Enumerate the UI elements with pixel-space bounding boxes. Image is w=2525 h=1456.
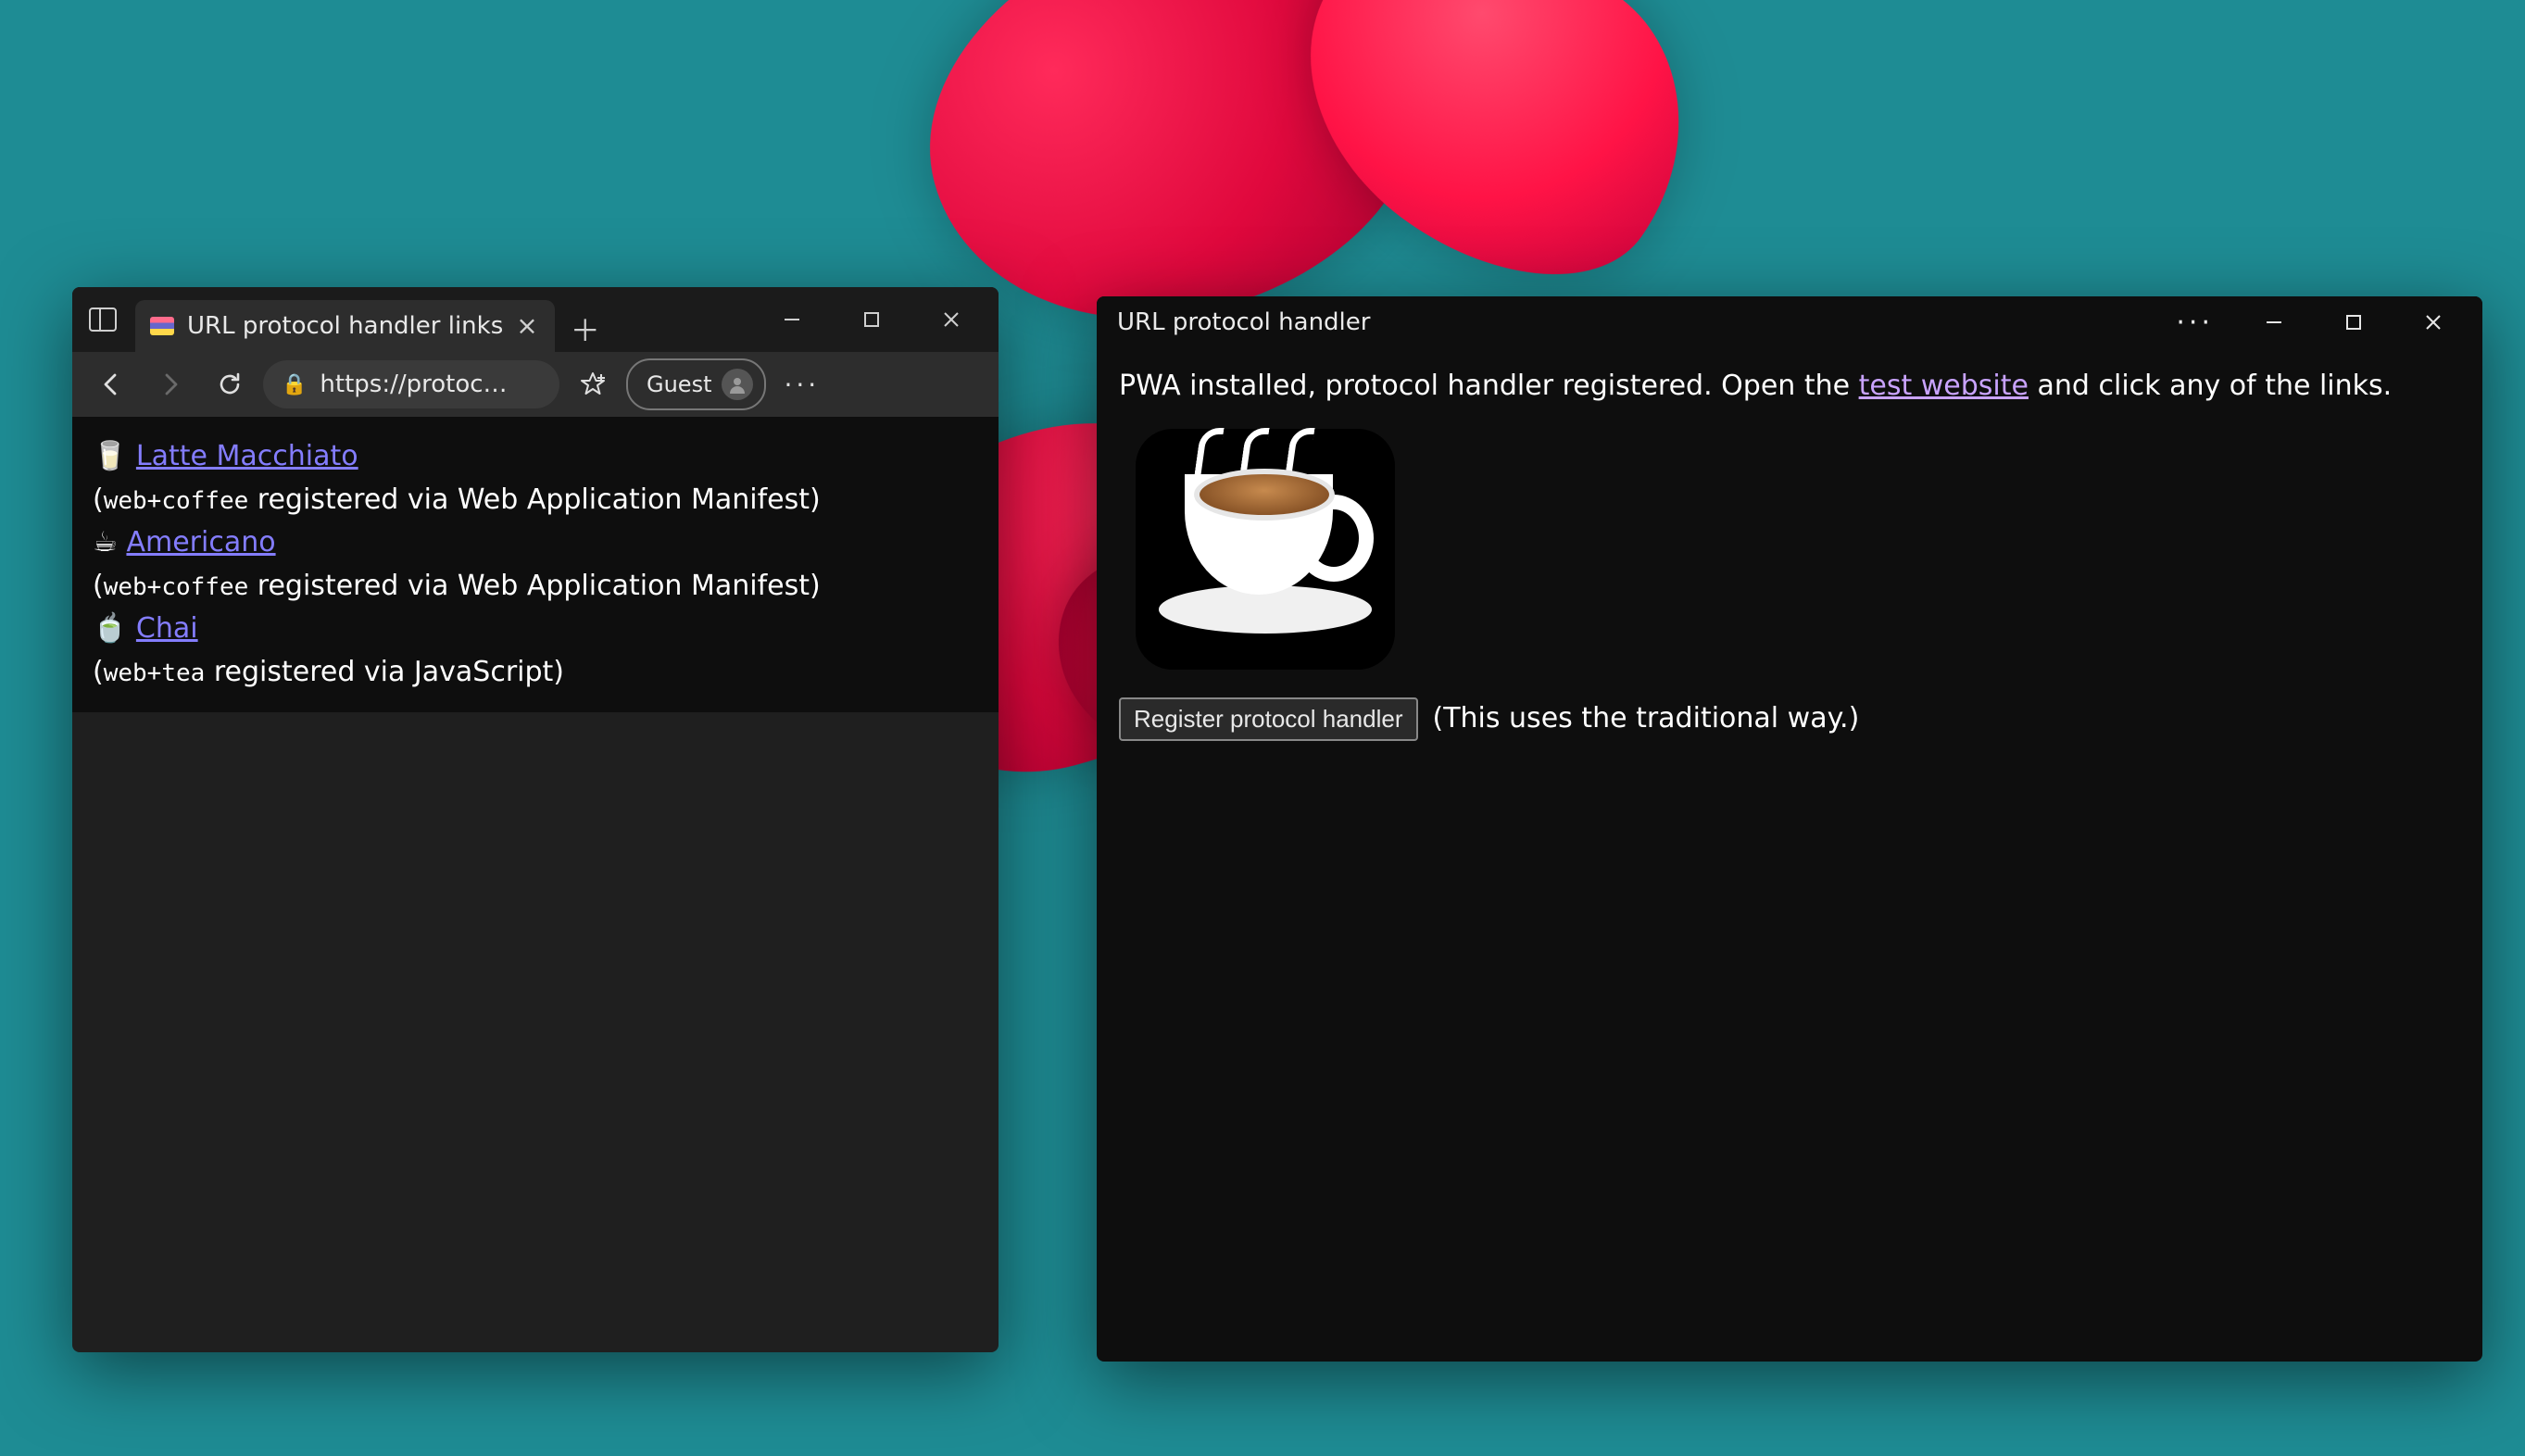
- address-bar[interactable]: 🔒 https://protoc…: [263, 360, 559, 408]
- drink-link-chai[interactable]: Chai: [136, 612, 198, 645]
- new-tab-button[interactable]: ＋: [562, 306, 609, 352]
- coffee-liquid-icon: [1194, 469, 1335, 521]
- item-note: (web+tea registered via JavaScript): [93, 656, 564, 688]
- tab-strip: URL protocol handler links × ＋: [135, 287, 609, 352]
- site-info-icon[interactable]: 🔒: [282, 373, 307, 396]
- coffee-cup-icon: [1185, 474, 1333, 595]
- list-item: 🍵 Chai (web+tea registered via JavaScrip…: [93, 608, 978, 694]
- minimize-button[interactable]: [752, 294, 832, 345]
- coffee-saucer-icon: [1159, 585, 1372, 634]
- close-button[interactable]: [2393, 296, 2473, 348]
- vertical-tabs-button[interactable]: [80, 296, 126, 343]
- maximize-button[interactable]: [2314, 296, 2393, 348]
- register-note: (This uses the traditional way.): [1433, 697, 1860, 741]
- page-content: 🥛 Latte Macchiato (web+coffee registered…: [72, 417, 999, 712]
- status-text: PWA installed, protocol handler register…: [1119, 365, 2460, 408]
- pwa-window-controls: ···: [2155, 296, 2473, 348]
- browser-window: URL protocol handler links × ＋ 🔒 https:/…: [72, 287, 999, 1352]
- tab-favicon: [150, 317, 174, 335]
- close-button[interactable]: [911, 294, 991, 345]
- drink-name: Americano: [126, 526, 275, 559]
- more-menu-button[interactable]: ···: [773, 370, 832, 400]
- browser-toolbar: 🔒 https://protoc… Guest ···: [72, 352, 999, 417]
- pwa-more-menu-button[interactable]: ···: [2155, 307, 2234, 339]
- app-icon: [1136, 429, 1395, 670]
- maximize-button[interactable]: [832, 294, 911, 345]
- profile-label: Guest: [647, 371, 712, 397]
- pwa-window: URL protocol handler ··· PWA installed, …: [1097, 296, 2482, 1362]
- register-protocol-button[interactable]: Register protocol handler: [1119, 697, 1418, 741]
- nav-back-button[interactable]: [85, 358, 137, 410]
- item-note: (web+coffee registered via Web Applicati…: [93, 570, 821, 602]
- reload-button[interactable]: [204, 358, 256, 410]
- test-website-link[interactable]: test website: [1859, 370, 2029, 402]
- tab-active[interactable]: URL protocol handler links ×: [135, 300, 555, 352]
- list-item: 🥛 Latte Macchiato (web+coffee registered…: [93, 435, 978, 521]
- favorites-button[interactable]: [567, 358, 619, 410]
- avatar-icon: [722, 369, 753, 400]
- window-controls: [752, 294, 991, 345]
- pwa-titlebar[interactable]: URL protocol handler ···: [1097, 296, 2482, 348]
- minimize-button[interactable]: [2234, 296, 2314, 348]
- nav-forward-button[interactable]: [144, 358, 196, 410]
- drink-link-americano[interactable]: Americano: [126, 526, 275, 559]
- drink-name: Chai: [136, 612, 198, 645]
- item-emoji: ☕: [93, 526, 118, 559]
- pwa-content: PWA installed, protocol handler register…: [1097, 348, 2482, 758]
- item-emoji: 🥛: [93, 440, 127, 472]
- item-note: (web+coffee registered via Web Applicati…: [93, 483, 821, 516]
- pwa-title: URL protocol handler: [1117, 308, 1370, 336]
- steam-icon: [1198, 428, 1312, 475]
- drink-name: Latte Macchiato: [136, 440, 358, 472]
- list-item: ☕ Americano (web+coffee registered via W…: [93, 521, 978, 608]
- browser-titlebar[interactable]: URL protocol handler links × ＋: [72, 287, 999, 352]
- address-text: https://protoc…: [320, 370, 507, 398]
- vertical-tabs-icon: [89, 308, 117, 332]
- drink-link-latte[interactable]: Latte Macchiato: [136, 440, 358, 472]
- item-emoji: 🍵: [93, 612, 127, 645]
- tab-close-button[interactable]: ×: [516, 313, 537, 339]
- profile-button[interactable]: Guest: [626, 358, 766, 410]
- tab-title: URL protocol handler links: [187, 312, 503, 340]
- register-row: Register protocol handler (This uses the…: [1119, 697, 2460, 741]
